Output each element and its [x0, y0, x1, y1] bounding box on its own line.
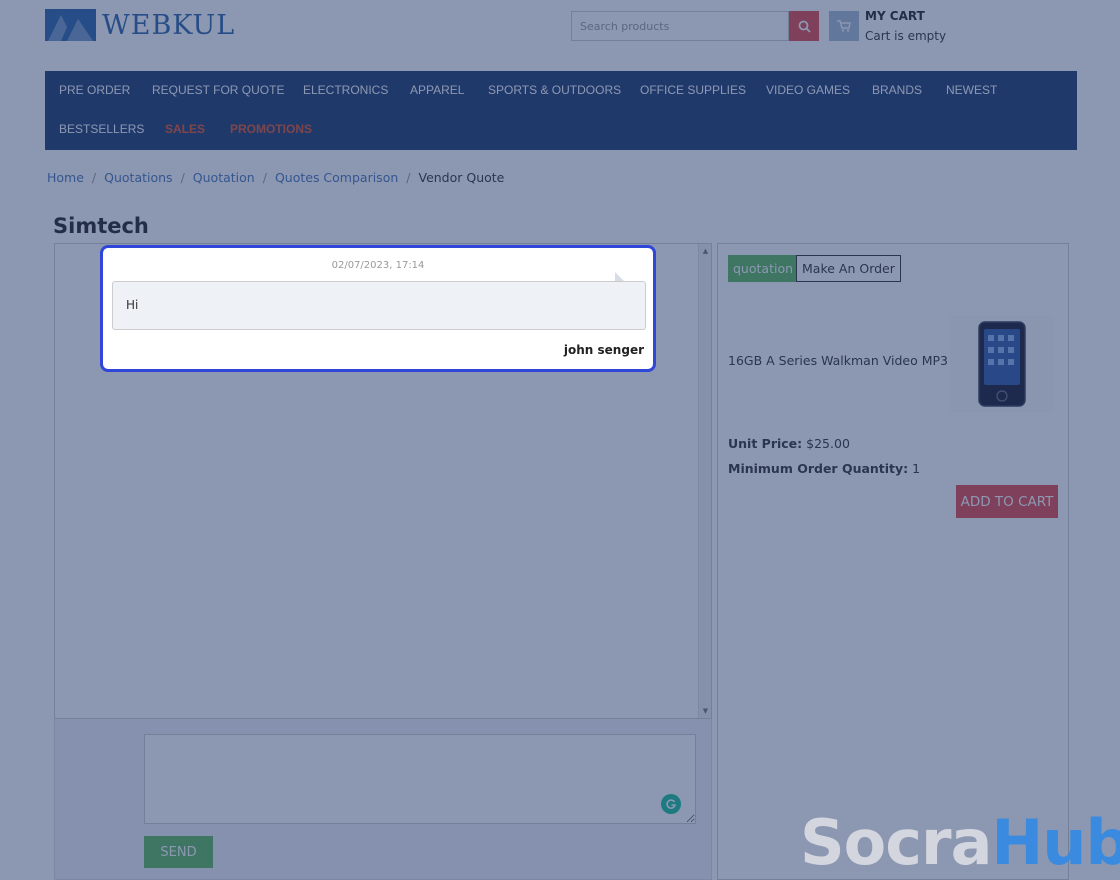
- tab-make-an-order[interactable]: Make An Order: [796, 255, 901, 282]
- moq-label: Minimum Order Quantity:: [728, 461, 909, 476]
- cart-icon: [837, 20, 851, 32]
- page-title: Simtech: [53, 214, 149, 238]
- tab-quotation[interactable]: quotation: [728, 255, 799, 282]
- watermark-part-2: Hub: [991, 806, 1120, 879]
- nav-item-bestsellers[interactable]: BESTSELLERS: [59, 122, 144, 136]
- search-button[interactable]: [789, 11, 819, 41]
- webkul-logo[interactable]: WEBKUL: [45, 8, 235, 42]
- breadcrumb-separator: /: [406, 170, 411, 185]
- minimum-order-quantity: Minimum Order Quantity: 1: [728, 461, 920, 476]
- search-bar: [571, 11, 819, 41]
- socrahub-watermark: SocraHub: [800, 812, 1120, 874]
- breadcrumb-separator: /: [91, 170, 97, 185]
- breadcrumb-quotation[interactable]: Quotation: [193, 170, 255, 185]
- logo-text: WEBKUL: [102, 9, 236, 41]
- breadcrumb-home[interactable]: Home: [47, 170, 84, 185]
- product-image[interactable]: [950, 316, 1054, 412]
- message-author: john senger: [563, 343, 644, 357]
- breadcrumb-separator: /: [262, 170, 267, 185]
- quote-details-panel: quotation Make An Order 16GB A Series Wa…: [717, 243, 1069, 880]
- reply-textarea[interactable]: [144, 734, 696, 824]
- cart-title[interactable]: MY CART: [865, 9, 925, 23]
- chat-scrollbar[interactable]: ▲ ▼: [698, 244, 711, 718]
- nav-item-promotions[interactable]: PROMOTIONS: [230, 122, 312, 136]
- nav-item-video-games[interactable]: VIDEO GAMES: [766, 83, 850, 97]
- nav-item-apparel[interactable]: APPAREL: [410, 83, 464, 97]
- moq-value: 1: [912, 461, 921, 476]
- scroll-up-arrow-icon[interactable]: ▲: [699, 244, 712, 258]
- nav-item-newest[interactable]: NEWEST: [946, 83, 997, 97]
- send-button[interactable]: SEND: [144, 836, 213, 868]
- message-timestamp: 02/07/2023, 17:14: [331, 260, 425, 271]
- breadcrumb-quotations[interactable]: Quotations: [104, 170, 172, 185]
- nav-item-brands[interactable]: BRANDS: [872, 83, 922, 97]
- breadcrumb: Home / Quotations / Quotation / Quotes C…: [47, 170, 504, 185]
- breadcrumb-quotes-comparison[interactable]: Quotes Comparison: [275, 170, 398, 185]
- unit-price-label: Unit Price:: [728, 436, 803, 451]
- watermark-part-1: Socra: [800, 806, 992, 879]
- nav-item-sales[interactable]: SALES: [165, 122, 205, 136]
- search-input[interactable]: [571, 11, 789, 41]
- cart-button[interactable]: [829, 11, 859, 41]
- nav-item-electronics[interactable]: ELECTRONICS: [303, 83, 388, 97]
- main-navigation: PRE ORDER REQUEST FOR QUOTE ELECTRONICS …: [45, 71, 1077, 150]
- product-name[interactable]: 16GB A Series Walkman Video MP3: [728, 353, 948, 368]
- grammarly-icon[interactable]: [661, 794, 681, 814]
- add-to-cart-button[interactable]: ADD TO CART: [956, 485, 1058, 518]
- unit-price: Unit Price: $25.00: [728, 436, 850, 451]
- nav-item-office-supplies[interactable]: OFFICE SUPPLIES: [640, 83, 746, 97]
- breadcrumb-current: Vendor Quote: [418, 170, 505, 185]
- nav-item-request-for-quote[interactable]: REQUEST FOR QUOTE: [152, 83, 284, 97]
- mp3-player-icon: [978, 321, 1026, 407]
- chat-message[interactable]: 02/07/2023, 17:14 Hi john senger: [100, 245, 656, 372]
- logo-mark-icon: [45, 9, 96, 41]
- nav-item-sports-outdoors[interactable]: SPORTS & OUTDOORS: [488, 83, 621, 97]
- message-bubble: Hi: [112, 281, 646, 330]
- nav-item-pre-order[interactable]: PRE ORDER: [59, 83, 130, 97]
- breadcrumb-separator: /: [180, 170, 185, 185]
- unit-price-value: $25.00: [806, 436, 850, 451]
- search-icon: [798, 20, 811, 33]
- cart-status: Cart is empty: [865, 29, 947, 43]
- scroll-down-arrow-icon[interactable]: ▼: [699, 704, 712, 718]
- reply-form: SEND: [54, 719, 712, 880]
